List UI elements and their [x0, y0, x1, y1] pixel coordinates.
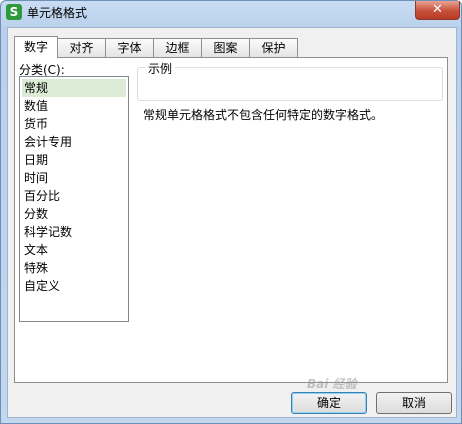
- close-button[interactable]: ✕: [415, 1, 460, 20]
- title-bar[interactable]: S 单元格格式 ✕: [1, 1, 461, 25]
- number-tab-panel: 分类(C): 常规 数值 货币 会计专用 日期 时间 百分比 分数 科学记数 文…: [14, 57, 448, 383]
- tab-number[interactable]: 数字: [14, 36, 58, 58]
- tab-font[interactable]: 字体: [105, 38, 154, 57]
- category-item-special[interactable]: 特殊: [22, 259, 126, 277]
- dialog-title: 单元格格式: [27, 6, 88, 20]
- category-item-currency[interactable]: 货币: [22, 115, 126, 133]
- tab-protection[interactable]: 保护: [249, 38, 298, 57]
- dialog-window: S 单元格格式 ✕ 数字 对齐 字体 边框 图案 保护 分类(C): 常规 数值…: [0, 0, 462, 424]
- tab-pattern[interactable]: 图案: [201, 38, 250, 57]
- dialog-body: 数字 对齐 字体 边框 图案 保护 分类(C): 常规 数值 货币 会计专用 日…: [7, 27, 457, 418]
- category-item-custom[interactable]: 自定义: [22, 277, 126, 295]
- baidu-watermark: Bai 经验: [307, 377, 357, 391]
- category-item-text[interactable]: 文本: [22, 241, 126, 259]
- sample-box: [137, 67, 443, 101]
- category-list[interactable]: 常规 数值 货币 会计专用 日期 时间 百分比 分数 科学记数 文本 特殊 自定…: [19, 76, 129, 322]
- category-item-scientific[interactable]: 科学记数: [22, 223, 126, 241]
- category-item-fraction[interactable]: 分数: [22, 205, 126, 223]
- sample-legend: 示例: [145, 60, 176, 77]
- ok-button[interactable]: 确定: [291, 392, 367, 414]
- category-item-percentage[interactable]: 百分比: [22, 187, 126, 205]
- category-item-date[interactable]: 日期: [22, 151, 126, 169]
- category-item-number[interactable]: 数值: [22, 97, 126, 115]
- tab-alignment[interactable]: 对齐: [57, 38, 106, 57]
- category-item-accounting[interactable]: 会计专用: [22, 133, 126, 151]
- cancel-button[interactable]: 取消: [376, 392, 452, 414]
- app-logo-icon: S: [6, 4, 22, 20]
- category-item-general[interactable]: 常规: [22, 79, 126, 97]
- category-item-time[interactable]: 时间: [22, 169, 126, 187]
- format-description: 常规单元格格式不包含任何特定的数字格式。: [143, 108, 384, 122]
- tab-border[interactable]: 边框: [153, 38, 202, 57]
